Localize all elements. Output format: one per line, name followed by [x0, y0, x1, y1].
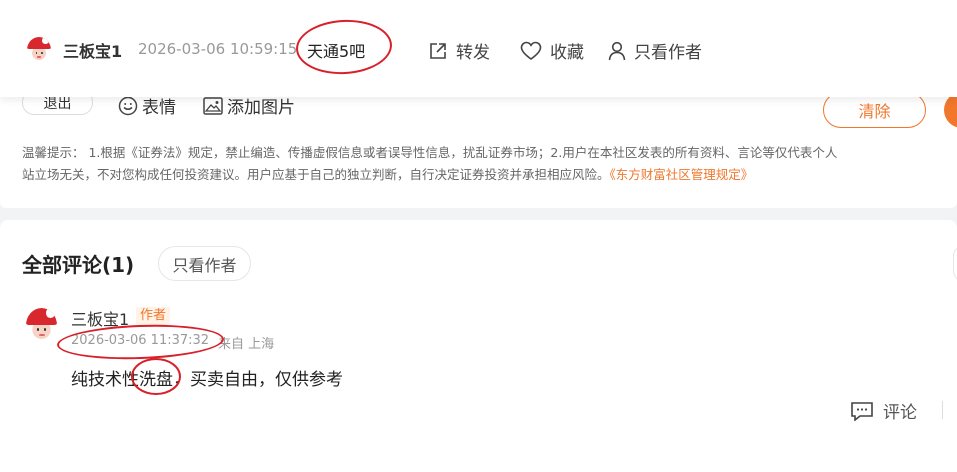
comment-icon	[850, 401, 874, 421]
post-timestamp: 2026-03-06 10:59:15	[138, 40, 298, 58]
share-icon	[428, 41, 448, 61]
notice-line-1: 温馨提示： 1.根据《证券法》规定，禁止编造、传播虚假信息或者误导性信息，扰乱证…	[22, 145, 838, 160]
share-button[interactable]: 转发	[428, 38, 490, 63]
image-icon	[203, 96, 223, 115]
reply-button[interactable]: 评论	[850, 398, 917, 423]
notice-text: 站立场无关，不对您构成任何投资建议。用户应基于自己的独立判断，自行决定证券投资并…	[22, 167, 610, 182]
post-header: 三板宝1 2026-03-06 10:59:15 天通5吧 转发 收藏 只看作者	[0, 0, 957, 97]
comments-only-author-button[interactable]: 只看作者	[158, 246, 251, 281]
favorite-button[interactable]: 收藏	[520, 38, 584, 63]
annotation-circle	[131, 358, 181, 395]
comments-section: 全部评论(1) 只看作者 三板宝1 作者 2026-03-06 11:37:32…	[0, 220, 957, 472]
reply-label: 评论	[883, 403, 917, 423]
avatar[interactable]	[27, 37, 51, 63]
comment-text-part: ，买卖自由，仅供参考	[173, 370, 343, 390]
comment-text-part: 纯技术性	[71, 370, 139, 390]
comment-avatar[interactable]	[26, 308, 57, 343]
community-notice: 温馨提示： 1.根据《证券法》规定，禁止编造、传播虚假信息或者误导性信息，扰乱证…	[22, 142, 957, 186]
divider	[942, 401, 943, 419]
annotation-circle	[294, 17, 394, 77]
sort-toggle[interactable]	[953, 246, 957, 281]
post-author-name[interactable]: 三板宝1	[63, 38, 122, 62]
emoji-icon	[118, 96, 138, 116]
share-label: 转发	[456, 43, 490, 63]
only-author-label: 只看作者	[634, 43, 702, 63]
clear-button[interactable]: 清除	[823, 92, 926, 128]
heart-icon	[520, 41, 542, 61]
favorite-label: 收藏	[550, 43, 584, 63]
author-badge: 作者	[136, 307, 171, 325]
user-icon	[608, 41, 626, 61]
submit-button[interactable]	[944, 92, 957, 128]
community-rules-link[interactable]: 《东方财富社区管理规定》	[610, 167, 754, 182]
comments-title: 全部评论(1)	[22, 253, 135, 277]
comment-text: 纯技术性洗盘，买卖自由，仅供参考	[71, 365, 343, 390]
only-author-toggle[interactable]: 只看作者	[608, 38, 702, 63]
comment-location: 来自 上海	[218, 337, 275, 352]
reply-editor-card: 退出 表情 添加图片 清除 温馨提示： 1.根据《证券法》规定，禁止编造、传播虚…	[0, 80, 957, 208]
notice-line-2: 站立场无关，不对您构成任何投资建议。用户应基于自己的独立判断，自行决定证券投资并…	[22, 164, 957, 186]
